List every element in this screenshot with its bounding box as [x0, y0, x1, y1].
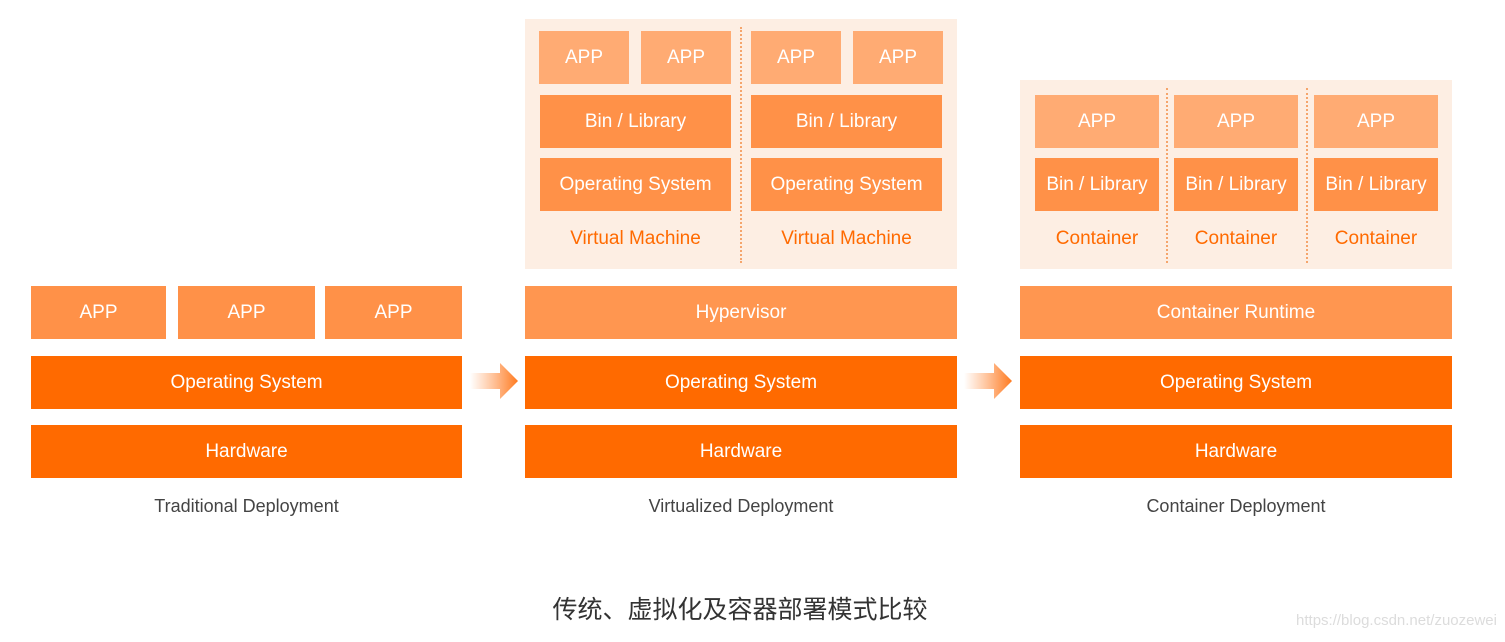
watermark: https://blog.csdn.net/zuozewei — [1296, 612, 1497, 629]
container-label: Container — [1334, 228, 1418, 249]
app-block: APP — [751, 31, 841, 84]
app-block: APP — [539, 31, 629, 84]
vm-label: Virtual Machine — [781, 228, 912, 249]
guest-os-block: Operating System — [540, 158, 731, 211]
os-layer: Operating System — [1020, 356, 1452, 409]
arrow-right-icon — [964, 363, 1012, 399]
guest-os-block: Operating System — [751, 158, 942, 211]
os-layer: Operating System — [525, 356, 957, 409]
traditional-caption: Traditional Deployment — [154, 496, 339, 516]
app-block: APP — [325, 286, 462, 339]
container-caption: Container Deployment — [1146, 496, 1326, 516]
vm-divider — [740, 27, 742, 263]
hypervisor-layer: Hypervisor — [525, 286, 957, 339]
hardware-layer: Hardware — [31, 425, 462, 478]
app-block: APP — [853, 31, 943, 84]
virtualized-caption: Virtualized Deployment — [648, 496, 834, 516]
hardware-layer: Hardware — [525, 425, 957, 478]
app-block: APP — [641, 31, 731, 84]
os-layer: Operating System — [31, 356, 462, 409]
bin-library-block: Bin / Library — [1035, 158, 1159, 211]
container-runtime-layer: Container Runtime — [1020, 286, 1452, 339]
app-block: APP — [31, 286, 166, 339]
app-block: APP — [1174, 95, 1298, 148]
bin-library-block: Bin / Library — [751, 95, 942, 148]
app-block: APP — [178, 286, 315, 339]
container-divider — [1166, 88, 1168, 263]
app-block: APP — [1035, 95, 1159, 148]
bin-library-block: Bin / Library — [540, 95, 731, 148]
arrow-right-icon — [470, 363, 518, 399]
bin-library-block: Bin / Library — [1174, 158, 1298, 211]
app-block: APP — [1314, 95, 1438, 148]
hardware-layer: Hardware — [1020, 425, 1452, 478]
container-label: Container — [1055, 228, 1139, 249]
container-label: Container — [1194, 228, 1278, 249]
container-divider — [1306, 88, 1308, 263]
figure-title: 传统、虚拟化及容器部署模式比较 — [552, 595, 928, 624]
bin-library-block: Bin / Library — [1314, 158, 1438, 211]
vm-label: Virtual Machine — [570, 228, 701, 249]
